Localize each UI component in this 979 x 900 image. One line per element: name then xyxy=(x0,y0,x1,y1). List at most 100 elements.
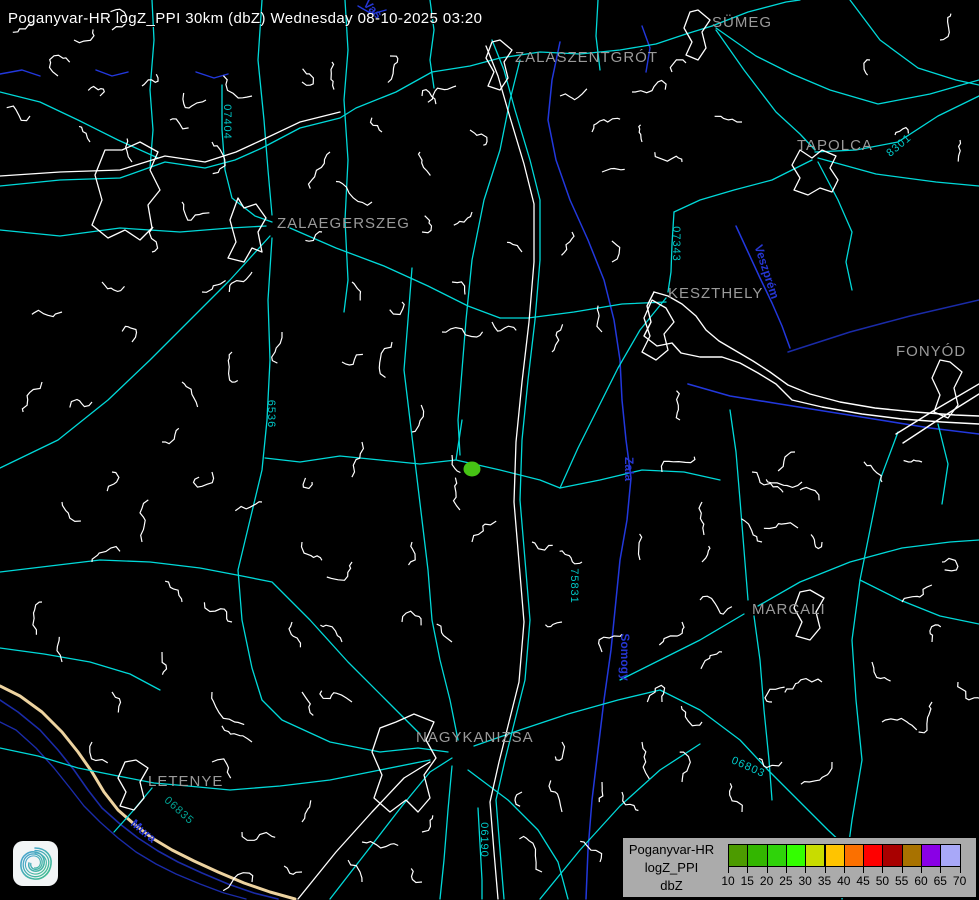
settlement-mark xyxy=(371,118,383,132)
settlement-mark xyxy=(202,281,226,293)
settlement-mark xyxy=(801,762,832,784)
river-fragment xyxy=(0,70,40,76)
road xyxy=(842,432,898,899)
settlement-mark xyxy=(532,542,553,550)
road xyxy=(440,766,452,899)
road-number-label: 6536 xyxy=(265,400,277,428)
settlement-mark xyxy=(33,602,42,635)
road-number-label: 06835 xyxy=(162,794,196,827)
road xyxy=(938,424,948,504)
settlement-mark xyxy=(515,792,522,806)
road xyxy=(0,648,160,690)
settlement-mark xyxy=(242,832,275,840)
town-outline-zalaegerszeg xyxy=(92,142,160,240)
settlement-mark xyxy=(470,130,487,145)
road-number-label: 07404 xyxy=(221,104,233,140)
settlement-mark xyxy=(642,742,649,779)
settlement-mark xyxy=(422,815,433,832)
settlement-mark xyxy=(661,457,695,472)
road xyxy=(0,58,500,186)
settlement-mark xyxy=(647,685,664,702)
city-label-marcali: MARCALI xyxy=(752,601,826,618)
settlement-mark xyxy=(730,783,743,812)
legend-tick xyxy=(786,867,787,873)
legend-tick xyxy=(863,867,864,873)
region-label-somogy: Somogy xyxy=(618,633,632,681)
settlement-mark xyxy=(422,216,432,233)
settlement-mark xyxy=(800,487,819,500)
legend-product: logZ_PPI xyxy=(623,859,720,877)
settlement-mark xyxy=(102,282,125,291)
settlement-mark xyxy=(519,836,542,872)
settlement-mark xyxy=(419,152,431,176)
settlement-mark xyxy=(560,89,587,100)
settlement-mark xyxy=(919,702,932,733)
settlement-mark xyxy=(552,324,563,352)
road-number-label: 06803 xyxy=(730,755,767,780)
road xyxy=(674,160,812,212)
road xyxy=(818,162,852,290)
settlement-mark xyxy=(904,460,922,462)
settlement-mark xyxy=(327,562,352,580)
road-06803 xyxy=(474,690,858,858)
road xyxy=(860,580,979,624)
settlement-mark xyxy=(442,328,483,337)
shore-fonyod xyxy=(896,384,979,434)
road xyxy=(290,228,500,318)
legend-tick xyxy=(805,867,806,873)
met-swirl-logo xyxy=(13,841,58,886)
settlement-mark xyxy=(741,519,762,542)
road xyxy=(344,0,348,312)
settlement-mark xyxy=(639,534,642,560)
settlement-mark xyxy=(765,687,785,702)
settlement-mark xyxy=(492,322,516,331)
settlement-mark xyxy=(32,310,62,316)
legend-tick xyxy=(921,867,922,873)
settlement-mark xyxy=(632,80,666,92)
settlement-mark xyxy=(57,637,62,662)
radar-viewport: SÜMEGZALASZENTGRÓTTAPOLCAZALAEGERSZEGKES… xyxy=(0,0,979,900)
settlement-mark xyxy=(204,602,232,622)
legend-color-cell xyxy=(747,844,767,867)
settlement-mark xyxy=(320,625,342,642)
settlement-mark xyxy=(22,382,42,412)
settlement-mark xyxy=(390,302,405,315)
road-number-label: 8301 xyxy=(884,132,914,160)
settlement-mark xyxy=(182,202,209,220)
settlement-mark xyxy=(411,869,422,883)
settlement-mark xyxy=(229,272,252,292)
settlement-mark xyxy=(336,182,372,206)
road-number-label: 06190 xyxy=(478,822,490,858)
settlement-mark xyxy=(212,692,245,725)
settlement-mark xyxy=(958,682,979,705)
settlement-mark xyxy=(70,400,92,408)
settlement-mark xyxy=(902,585,932,602)
settlement-mark xyxy=(302,69,313,86)
settlement-mark xyxy=(472,521,496,542)
settlement-mark xyxy=(88,87,104,97)
settlement-mark xyxy=(560,551,582,564)
settlement-mark xyxy=(122,326,136,342)
settlement-mark xyxy=(303,478,312,489)
legend: Poganyvar-HR logZ_PPI dbZ 10152025303540… xyxy=(622,837,977,898)
county-line-zala-somogy xyxy=(548,42,631,899)
settlement-mark xyxy=(655,152,682,162)
settlement-mark xyxy=(437,624,452,642)
legend-unit: dbZ xyxy=(623,877,720,895)
settlement-mark xyxy=(140,500,148,542)
settlement-mark xyxy=(79,126,90,142)
city-label-zalaszentgrót: ZALASZENTGRÓT xyxy=(515,49,658,66)
road xyxy=(758,540,979,606)
city-label-letenye: LETENYE xyxy=(148,773,223,790)
legend-tick xyxy=(747,867,748,873)
radar-echo xyxy=(464,462,481,477)
road xyxy=(0,560,420,734)
city-label-keszthely: KESZTHELY xyxy=(668,285,763,302)
legend-color-cell xyxy=(825,844,845,867)
settlement-mark xyxy=(228,352,238,382)
road-number-label: 75831 xyxy=(568,568,580,604)
settlement-mark xyxy=(302,800,311,822)
city-label-sümeg: SÜMEG xyxy=(712,13,772,31)
settlement-mark xyxy=(454,212,472,225)
legend-tick xyxy=(882,867,883,873)
